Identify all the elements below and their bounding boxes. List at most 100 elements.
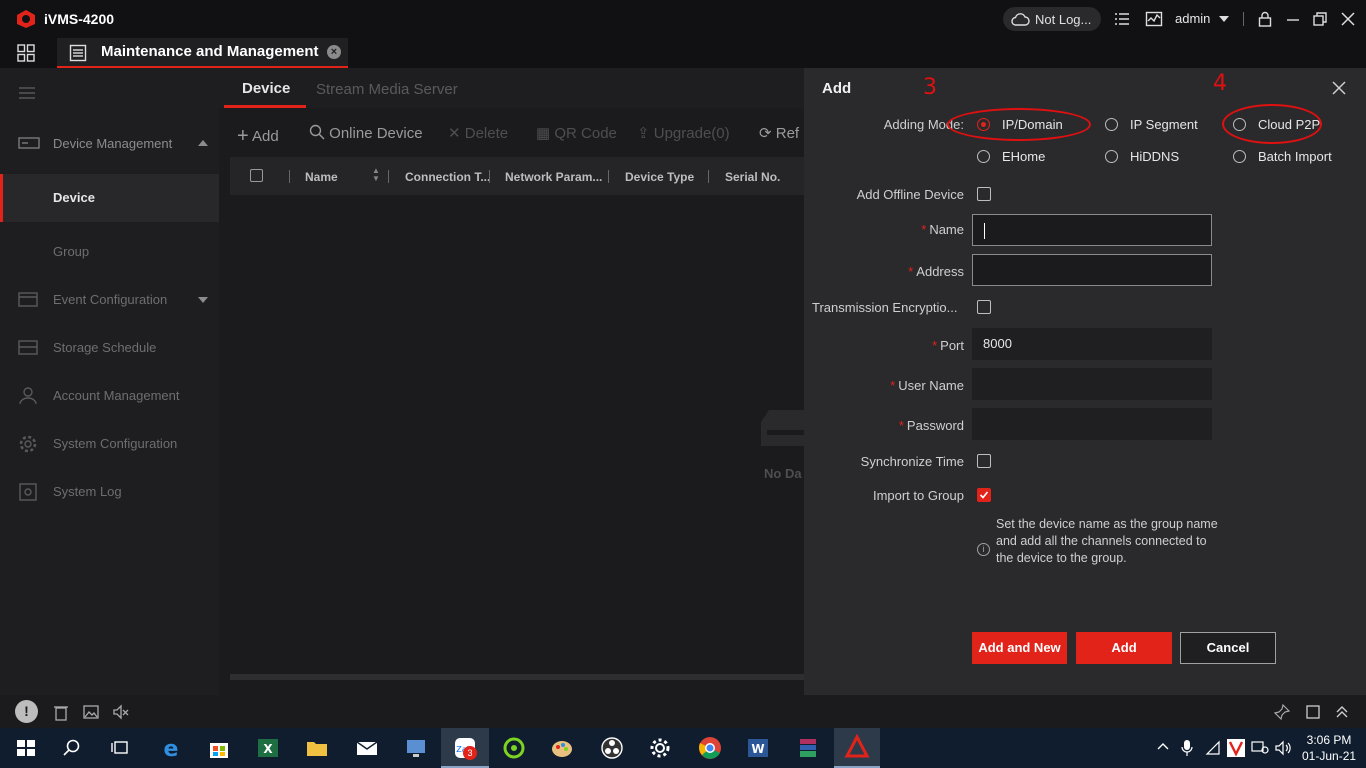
column-header-name[interactable]: Name xyxy=(305,170,338,184)
import-group-hint: Set the device name as the group name an… xyxy=(996,517,1218,565)
address-label: * Address xyxy=(844,264,964,279)
close-icon[interactable] xyxy=(1339,10,1357,28)
monitor-chart-icon[interactable] xyxy=(1145,10,1163,28)
wifi-icon[interactable] xyxy=(1205,740,1221,756)
radio-hiddns[interactable] xyxy=(1105,150,1118,163)
sidebar-item-group[interactable]: Group xyxy=(0,228,219,276)
store-icon[interactable] xyxy=(205,734,233,762)
zalo-taskbar-button[interactable]: Zalo 3 xyxy=(441,728,489,768)
column-header-connection[interactable]: Connection T... xyxy=(405,170,490,184)
import-group-checkbox[interactable] xyxy=(977,488,991,502)
list-icon[interactable] xyxy=(1113,10,1131,28)
ivms-taskbar-button[interactable] xyxy=(834,728,880,768)
tab-close-icon[interactable]: × xyxy=(327,45,341,59)
add-button[interactable]: Add xyxy=(1076,632,1172,664)
sidebar-item-event-configuration[interactable]: Event Configuration xyxy=(0,276,219,324)
tab-maintenance-and-management[interactable]: Maintenance and Management × xyxy=(57,38,348,68)
radio-ehome[interactable] xyxy=(977,150,990,163)
excel-icon[interactable]: X xyxy=(254,734,282,762)
mode-label-ehome: EHome xyxy=(1002,149,1046,164)
sync-time-checkbox[interactable] xyxy=(977,454,991,468)
radio-ip-segment[interactable] xyxy=(1105,118,1118,131)
microphone-icon[interactable] xyxy=(1180,739,1194,757)
login-status-button[interactable]: Not Log... xyxy=(1003,7,1101,31)
paint-icon[interactable] xyxy=(548,734,576,762)
remote-desktop-icon[interactable] xyxy=(402,734,430,762)
add-device-button[interactable]: + Add xyxy=(237,124,279,147)
port-input[interactable]: 8000 xyxy=(972,328,1212,360)
upload-icon: ⇪ xyxy=(637,125,650,142)
add-offline-checkbox[interactable] xyxy=(977,187,991,201)
app-title: iVMS-4200 xyxy=(44,11,115,27)
port-label: * Port xyxy=(844,338,964,353)
sidebar-item-device[interactable]: Device xyxy=(0,174,219,222)
pin-icon[interactable] xyxy=(1273,703,1291,721)
menu-collapse-icon[interactable] xyxy=(18,86,36,100)
task-view-icon[interactable] xyxy=(106,734,134,762)
transmission-encryption-checkbox[interactable] xyxy=(977,300,991,314)
radio-batch-import[interactable] xyxy=(1233,150,1246,163)
annotation-number-3: 3 xyxy=(923,75,937,100)
column-header-serial-no[interactable]: Serial No. xyxy=(725,170,780,184)
windows-start-icon[interactable] xyxy=(12,734,40,762)
window-icon[interactable] xyxy=(1304,703,1322,721)
mute-icon[interactable] xyxy=(112,703,130,721)
trash-icon[interactable] xyxy=(52,703,70,721)
sidebar-item-account-management[interactable]: Account Management xyxy=(0,372,219,420)
sidebar-item-system-log[interactable]: System Log xyxy=(0,468,219,516)
tab-stream-media-server[interactable]: Stream Media Server xyxy=(316,81,458,98)
user-menu[interactable]: admin xyxy=(1175,11,1210,26)
settings-gear-icon[interactable] xyxy=(646,734,674,762)
horizontal-scrollbar[interactable] xyxy=(230,674,804,680)
column-header-device-type[interactable]: Device Type xyxy=(625,170,694,184)
app-green-icon[interactable] xyxy=(500,734,528,762)
display-settings-icon[interactable] xyxy=(1251,740,1269,756)
username-input[interactable] xyxy=(972,368,1212,400)
column-header-network-param[interactable]: Network Param... xyxy=(505,170,602,184)
name-input[interactable] xyxy=(972,214,1212,246)
module-grid-icon[interactable] xyxy=(17,44,35,62)
winrar-icon[interactable] xyxy=(794,734,822,762)
mode-label-hiddns: HiDDNS xyxy=(1130,149,1180,164)
chrome-icon[interactable] xyxy=(696,734,724,762)
volume-icon[interactable] xyxy=(1275,740,1293,756)
word-icon[interactable]: W xyxy=(744,734,772,762)
chevron-down-icon[interactable] xyxy=(1219,16,1229,22)
mail-icon[interactable] xyxy=(353,734,381,762)
minimize-icon[interactable] xyxy=(1284,10,1302,28)
delete-button[interactable]: ✕ Delete xyxy=(448,124,508,142)
image-icon[interactable] xyxy=(82,703,100,721)
address-input[interactable] xyxy=(972,254,1212,286)
sidebar-item-device-management[interactable]: Device Management xyxy=(0,120,219,168)
file-explorer-icon[interactable] xyxy=(303,734,331,762)
ivms-logo-icon xyxy=(844,734,870,758)
restore-icon[interactable] xyxy=(1311,10,1329,28)
info-icon: i xyxy=(977,543,990,556)
refresh-button[interactable]: ⟳ Ref xyxy=(759,124,799,142)
sidebar-item-label: Storage Schedule xyxy=(53,340,157,355)
qr-code-button[interactable]: ▦ QR Code xyxy=(536,124,617,142)
cancel-button[interactable]: Cancel xyxy=(1180,632,1276,664)
add-and-new-button[interactable]: Add and New xyxy=(972,632,1067,664)
chevron-up-icon[interactable] xyxy=(1156,740,1170,754)
edge-browser-icon[interactable]: e xyxy=(157,734,185,762)
online-device-button[interactable]: Online Device xyxy=(309,124,423,142)
name-label: * Name xyxy=(844,222,964,237)
expand-up-icon[interactable] xyxy=(1333,703,1351,721)
tab-device[interactable]: Device xyxy=(242,80,290,97)
lock-icon[interactable] xyxy=(1256,10,1274,28)
system-clock[interactable]: 3:06 PM 01-Jun-21 xyxy=(1302,732,1356,764)
search-icon[interactable] xyxy=(58,734,86,762)
clock-time: 3:06 PM xyxy=(1306,733,1352,747)
select-all-checkbox[interactable] xyxy=(250,169,263,182)
alarm-warning-icon[interactable]: ! xyxy=(15,700,38,723)
sidebar-item-storage-schedule[interactable]: Storage Schedule xyxy=(0,324,219,372)
sidebar-item-label: Device Management xyxy=(53,136,173,151)
sidebar-item-system-configuration[interactable]: System Configuration xyxy=(0,420,219,468)
close-icon[interactable] xyxy=(1331,80,1347,96)
password-input[interactable] xyxy=(972,408,1212,440)
obs-icon[interactable] xyxy=(598,734,626,762)
upgrade-button[interactable]: ⇪ Upgrade(0) xyxy=(637,124,730,142)
sort-icon[interactable]: ▲ ▼ xyxy=(372,167,380,183)
antivirus-icon[interactable] xyxy=(1227,739,1245,757)
